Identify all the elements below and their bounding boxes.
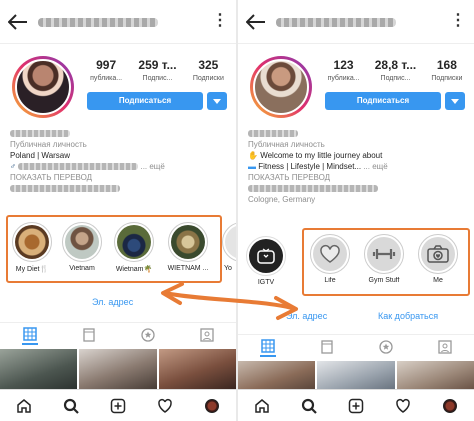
grid-tab[interactable] — [259, 337, 276, 357]
followers-stat[interactable]: 28,8 т... Подпис... — [375, 58, 417, 82]
post-thumbnail[interactable] — [238, 361, 316, 389]
igtv-icon — [257, 248, 275, 264]
follow-dropdown-button[interactable] — [445, 92, 465, 110]
highlight-life[interactable]: Life — [308, 234, 352, 284]
add-post-icon[interactable] — [109, 397, 127, 415]
highlight-wietnam[interactable]: Wietnam🌴 — [112, 222, 156, 273]
search-icon[interactable] — [62, 397, 80, 415]
bio-more-link[interactable]: ... ещё — [363, 162, 387, 171]
follow-button[interactable]: Подписаться — [87, 92, 203, 110]
display-name-blurred — [10, 130, 70, 138]
following-stat[interactable]: 168 Подписки — [431, 58, 462, 82]
bio-line: Poland | Warsaw — [10, 151, 71, 160]
profile-bio: Публичная личность Poland | Warsaw ♂ ...… — [10, 128, 226, 194]
bio-category: Публичная личность — [10, 140, 87, 149]
home-icon[interactable] — [253, 397, 271, 415]
post-thumbnail[interactable] — [158, 349, 236, 389]
comparison-canvas: ⋮ 997 публика... 259 т... Подпис... 325 Под… — [0, 0, 474, 421]
profile-bio: Публичная личность ✋ Welcome to my littl… — [248, 128, 464, 205]
feed-tab[interactable] — [319, 339, 335, 355]
dumbbell-icon — [372, 249, 396, 259]
website-blurred[interactable] — [248, 185, 378, 193]
profile-avatar[interactable] — [12, 56, 74, 118]
igtv-tab[interactable] — [140, 327, 156, 343]
follow-button[interactable]: Подписаться — [325, 92, 441, 110]
profile-avatar-icon[interactable] — [441, 397, 459, 415]
bio-line: Fitness | Lifestyle | Mindset... — [258, 162, 362, 171]
home-icon[interactable] — [15, 397, 33, 415]
bottom-navigation — [0, 389, 236, 421]
feed-tab[interactable] — [81, 327, 97, 343]
post-thumbnail[interactable] — [317, 361, 395, 389]
tagged-person-icon — [199, 327, 214, 342]
tagged-person-icon — [437, 339, 452, 354]
bio-line: Welcome to my little journey about — [260, 151, 383, 160]
follow-dropdown-button[interactable] — [207, 92, 227, 110]
profile-screen-right: ⋮ 123 публика... 28,8 т... Подпис... 168 По… — [238, 0, 474, 421]
heart-icon[interactable] — [394, 397, 412, 415]
highlight-vietnam[interactable]: Vietnam — [60, 222, 104, 272]
add-post-icon[interactable] — [347, 397, 365, 415]
highlight-wietnam-2[interactable]: WIETNAM ... — [166, 222, 210, 272]
posts-stat[interactable]: 997 публика... — [90, 58, 122, 82]
website-blurred[interactable] — [10, 185, 120, 193]
post-thumbnail[interactable] — [79, 349, 157, 389]
igtv-tab[interactable] — [378, 339, 394, 355]
profile-stats: 123 публика... 28,8 т... Подпис... 168 Подп… — [320, 58, 470, 82]
heart-icon — [320, 244, 340, 263]
profile-tabs — [0, 322, 236, 346]
display-name-blurred — [248, 130, 298, 138]
grid-icon — [22, 326, 37, 341]
profile-avatar[interactable] — [250, 56, 312, 118]
bottom-navigation — [238, 389, 474, 421]
camera-icon — [427, 245, 449, 263]
bio-more-link[interactable]: ... ещё — [140, 162, 164, 171]
star-icon — [378, 339, 393, 354]
show-translation-link[interactable]: ПОКАЗАТЬ ПЕРЕВОД — [248, 172, 464, 183]
profile-header: ⋮ — [0, 0, 236, 44]
bio-link-icon: ♂ — [10, 162, 16, 171]
search-icon[interactable] — [300, 397, 318, 415]
username-blurred — [38, 18, 158, 27]
grid-icon — [260, 338, 275, 353]
profile-avatar-icon[interactable] — [203, 397, 221, 415]
heart-icon[interactable] — [156, 397, 174, 415]
post-thumbnail[interactable] — [396, 361, 474, 389]
profile-header: ⋮ — [238, 0, 474, 44]
username-blurred — [276, 18, 396, 27]
post-thumbnail[interactable] — [0, 349, 78, 389]
profile-tabs — [238, 334, 474, 358]
back-arrow-icon[interactable] — [8, 14, 28, 30]
grid-tab[interactable] — [21, 325, 38, 345]
post-thumbnails — [238, 361, 474, 389]
bio-location: Cologne, Germany — [248, 195, 316, 204]
profile-screen-left: ⋮ 997 публика... 259 т... Подпис... 325 Под… — [0, 0, 236, 421]
show-translation-link[interactable]: ПОКАЗАТЬ ПЕРЕВОД — [10, 172, 226, 183]
feed-icon — [320, 339, 333, 354]
directions-link[interactable]: Как добраться — [378, 311, 438, 321]
tagged-tab[interactable] — [437, 339, 453, 355]
dumbbell-emoji-icon: ▬ — [248, 162, 256, 171]
posts-stat[interactable]: 123 публика... — [328, 58, 360, 82]
highlight-my-diet[interactable]: My Diet🍴 — [10, 222, 54, 273]
post-thumbnails — [0, 349, 236, 389]
tagged-tab[interactable] — [199, 327, 215, 343]
email-address-link[interactable]: Эл. адрес — [286, 311, 327, 321]
bio-category: Публичная личность — [248, 140, 325, 149]
followers-stat[interactable]: 259 т... Подпис... — [138, 58, 176, 82]
following-stat[interactable]: 325 Подписки — [193, 58, 224, 82]
bio-link-blurred[interactable] — [18, 163, 139, 171]
highlight-gym-stuff[interactable]: Gym Stuff — [362, 234, 406, 284]
more-options-icon[interactable]: ⋮ — [450, 12, 466, 30]
email-address-link[interactable]: Эл. адрес — [92, 297, 133, 307]
hand-emoji-icon: ✋ — [248, 151, 258, 160]
more-options-icon[interactable]: ⋮ — [212, 12, 228, 30]
highlight-partial[interactable]: Yo — [220, 222, 236, 272]
star-icon — [140, 327, 155, 342]
highlight-me[interactable]: Me — [416, 234, 460, 284]
highlight-igtv[interactable]: IGTV — [244, 236, 288, 286]
profile-stats: 997 публика... 259 т... Подпис... 325 Подпи… — [82, 58, 232, 82]
feed-icon — [82, 327, 95, 342]
back-arrow-icon[interactable] — [246, 14, 266, 30]
